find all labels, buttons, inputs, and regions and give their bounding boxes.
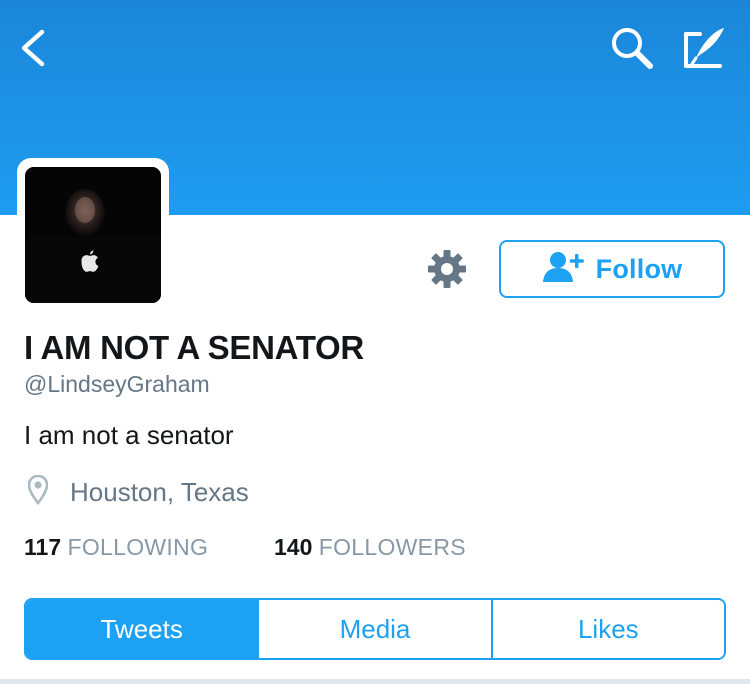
following-stat[interactable]: 117 FOLLOWING (24, 534, 208, 561)
divider (0, 679, 750, 684)
tab-media[interactable]: Media (257, 600, 491, 658)
map-pin-icon (27, 474, 49, 510)
profile-location: Houston, Texas (27, 474, 249, 510)
tab-tweets[interactable]: Tweets (26, 600, 258, 658)
profile-tabs: Tweets Media Likes (24, 598, 726, 660)
add-user-icon (542, 250, 586, 289)
gear-icon[interactable] (425, 247, 469, 291)
avatar[interactable] (25, 167, 161, 303)
followers-stat[interactable]: 140 FOLLOWERS (274, 534, 466, 561)
follow-button-label: Follow (595, 253, 683, 284)
chevron-left-icon[interactable] (14, 24, 54, 72)
followers-label: FOLLOWERS (318, 534, 466, 560)
avatar-frame[interactable] (17, 158, 169, 310)
followers-count: 140 (274, 534, 313, 560)
following-count: 117 (24, 534, 62, 560)
tab-likes[interactable]: Likes (490, 600, 724, 658)
follow-button[interactable]: Follow (499, 240, 725, 298)
following-label: FOLLOWING (67, 534, 209, 560)
profile-display-name: I AM NOT A SENATOR (24, 329, 364, 366)
compose-tweet-icon[interactable] (680, 24, 730, 72)
profile-location-text: Houston, Texas (70, 476, 249, 507)
profile-bio: I am not a senator (24, 420, 234, 450)
search-icon[interactable] (606, 22, 658, 74)
profile-handle: @LindseyGraham (24, 371, 210, 397)
